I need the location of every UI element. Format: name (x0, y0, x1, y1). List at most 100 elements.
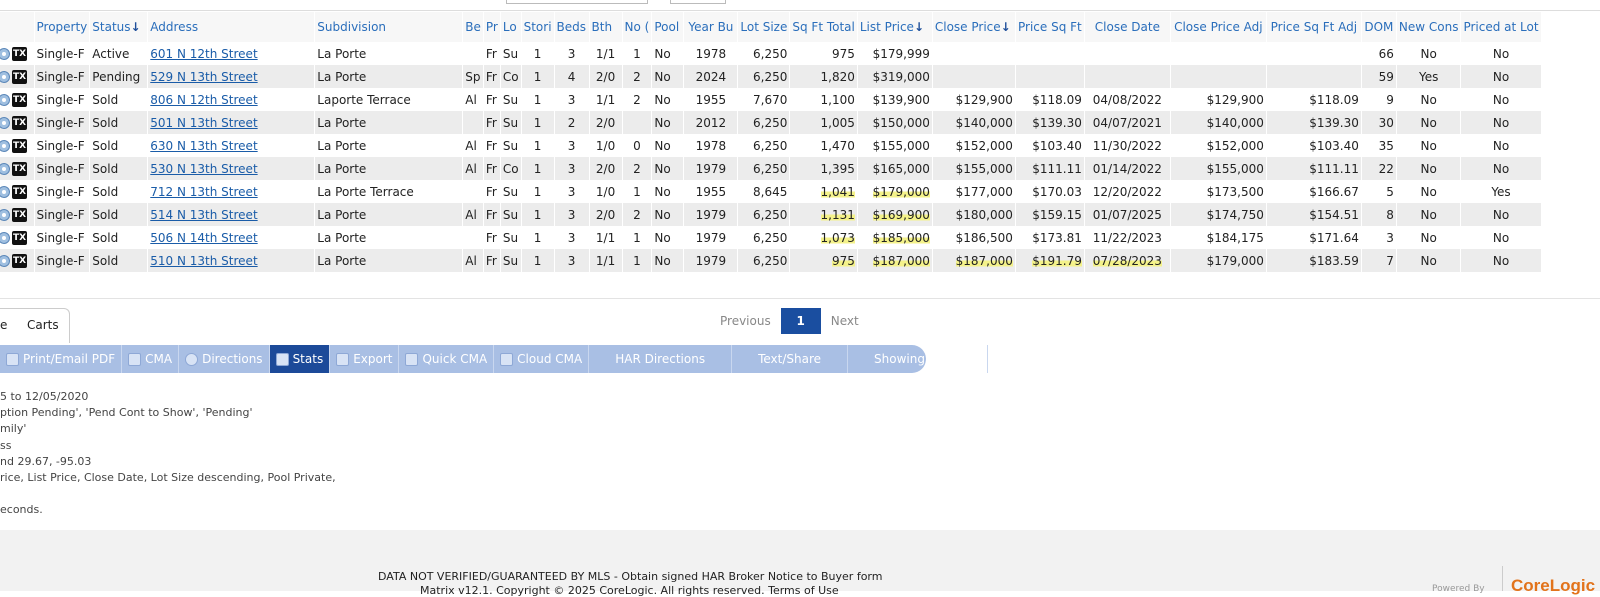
table-row[interactable]: TX Single-F Sold 501 N 13th Street La Porte F… (0, 111, 1542, 134)
address-link[interactable]: 510 N 13th Street (150, 254, 257, 268)
top-select-cutoff[interactable] (506, 0, 648, 4)
listing-detail-icon[interactable] (0, 70, 10, 83)
column-header[interactable]: No ( (622, 12, 653, 42)
address-link[interactable]: 529 N 13th Street (150, 70, 257, 84)
cell-value: No (1420, 115, 1437, 130)
sort-descending-icon[interactable]: ↓ (1001, 20, 1011, 34)
column-header[interactable]: Pool (651, 12, 685, 42)
bar-chart-icon (275, 352, 289, 366)
corelogic-logo: CoreLogic (1511, 576, 1596, 595)
tab-carts[interactable]: Carts (27, 318, 59, 332)
sort-descending-icon[interactable]: ↓ (914, 20, 924, 34)
state-badge-icon: TX (12, 46, 27, 61)
cell-value: 1/1 (595, 92, 616, 107)
cell-no (622, 111, 653, 134)
cell-value: Sold (92, 184, 119, 199)
cell-pal: Yes (1460, 180, 1542, 203)
toolbar-button-print-email-pdf[interactable]: Print/Email PDF (0, 345, 123, 373)
column-header[interactable]: Close Price↓ (932, 12, 1016, 42)
listing-detail-icon[interactable] (0, 208, 10, 221)
column-header[interactable]: Be (462, 12, 484, 42)
listing-detail-icon[interactable] (0, 139, 10, 152)
previous-page-link[interactable]: Previous (720, 314, 771, 328)
top-input-cutoff[interactable] (670, 0, 726, 4)
toolbar-button-showingsmart[interactable]: ShowingSmart (848, 345, 989, 373)
column-header[interactable]: Property (34, 12, 91, 42)
column-header[interactable]: Close Date (1084, 12, 1171, 42)
address-link[interactable]: 712 N 13th Street (150, 185, 257, 199)
listing-detail-icon[interactable] (0, 162, 10, 175)
table-row[interactable]: TX Single-F Active 601 N 12th Street La Port… (0, 42, 1542, 65)
state-badge-icon: TX (12, 253, 27, 268)
column-header[interactable]: Sq Ft Total (789, 12, 858, 42)
column-header[interactable]: Price Sq Ft Adj (1266, 12, 1362, 42)
column-header[interactable]: Beds (554, 12, 590, 42)
cell-value: Fr (485, 161, 497, 176)
address-link[interactable]: 601 N 12th Street (150, 47, 257, 61)
column-header[interactable]: Lot Size (737, 12, 791, 42)
cell-value: $179,000 (872, 184, 930, 199)
next-page-link[interactable]: Next (831, 314, 859, 328)
toolbar-button-cloud-cma[interactable]: Cloud CMA (494, 345, 590, 373)
listing-detail-icon[interactable] (0, 116, 10, 129)
column-header[interactable]: Price Sq Ft (1015, 12, 1085, 42)
listing-detail-icon[interactable] (0, 231, 10, 244)
cell-value: 1/0 (595, 184, 616, 199)
cell-value: 2/0 (595, 115, 616, 130)
toolbar-button-text-share[interactable]: Text/Share (732, 345, 849, 373)
toolbar-button-export[interactable]: Export (330, 345, 400, 373)
listing-detail-icon[interactable] (0, 254, 10, 267)
column-header[interactable]: Lo (500, 12, 522, 42)
cell-lo: Su (500, 226, 522, 249)
column-header[interactable]: Subdivision (314, 12, 464, 42)
column-header[interactable]: DOM (1361, 12, 1397, 42)
address-link[interactable]: 530 N 13th Street (150, 162, 257, 176)
address-link[interactable]: 806 N 12th Street (150, 93, 257, 107)
cell-value: $118.09 (1309, 92, 1359, 107)
current-page-button[interactable]: 1 (780, 308, 821, 334)
cell-value: 1 (533, 184, 542, 199)
table-row[interactable]: TX Single-F Sold 514 N 13th Street La Porte A… (0, 203, 1542, 226)
address-link[interactable]: 501 N 13th Street (150, 116, 257, 130)
listing-detail-icon[interactable] (0, 47, 10, 60)
table-row[interactable]: TX Single-F Sold 712 N 13th Street La Porte … (0, 180, 1542, 203)
sort-descending-icon[interactable]: ↓ (131, 20, 141, 34)
toolbar-button-directions[interactable]: Directions (179, 345, 270, 373)
table-row[interactable]: TX Single-F Sold 506 N 14th Street La Porte F… (0, 226, 1542, 249)
column-header[interactable]: Year Bu (683, 12, 739, 42)
cell-cdate (1084, 42, 1171, 65)
toolbar-button-har-directions[interactable]: HAR Directions (589, 345, 733, 373)
toolbar-button-cma[interactable]: CMA (122, 345, 180, 373)
cell-psf: $170.03 (1015, 180, 1085, 203)
listing-detail-icon[interactable] (0, 185, 10, 198)
column-header[interactable]: Status↓ (89, 12, 149, 42)
tab-partial[interactable]: e (0, 318, 7, 332)
table-row[interactable]: TX Single-F Sold 530 N 13th Street La Porte A… (0, 157, 1542, 180)
cell-value: $152,000 (955, 138, 1013, 153)
cell-value: Su (502, 115, 519, 130)
address-link[interactable]: 514 N 13th Street (150, 208, 257, 222)
listing-detail-icon[interactable] (0, 93, 10, 106)
column-header[interactable]: Close Price Adj (1170, 12, 1267, 42)
column-header[interactable]: List Price↓ (857, 12, 933, 42)
column-header-label: Year Bu (688, 20, 734, 34)
table-row[interactable]: TX Single-F Pending 529 N 13th Street La Por… (0, 65, 1542, 88)
cell-prop: Single-F (34, 111, 91, 134)
table-row[interactable]: TX Single-F Sold 630 N 13th Street La Porte A… (0, 134, 1542, 157)
table-row[interactable]: TX Single-F Sold 806 N 12th Street Laporte T… (0, 88, 1542, 111)
toolbar-button-quick-cma[interactable]: Quick CMA (399, 345, 495, 373)
table-row[interactable]: TX Single-F Sold 510 N 13th Street La Porte A… (0, 249, 1542, 272)
column-header[interactable]: Bth (589, 12, 623, 42)
cell-value: Yes (1491, 184, 1511, 199)
toolbar-button-stats[interactable]: Stats (269, 345, 331, 373)
column-header[interactable]: Stori (521, 12, 555, 42)
column-header[interactable]: Pr (483, 12, 501, 42)
address-link[interactable]: 506 N 14th Street (150, 231, 257, 245)
column-header[interactable]: New Cons (1396, 12, 1462, 42)
cell-cpadj (1170, 65, 1267, 88)
criteria-line: nd 29.67, -95.03 (0, 454, 92, 468)
column-header[interactable]: Address (147, 12, 316, 42)
cell-value: $111.11 (1309, 161, 1359, 176)
column-header[interactable]: Priced at Lot (1460, 12, 1542, 42)
address-link[interactable]: 630 N 13th Street (150, 139, 257, 153)
